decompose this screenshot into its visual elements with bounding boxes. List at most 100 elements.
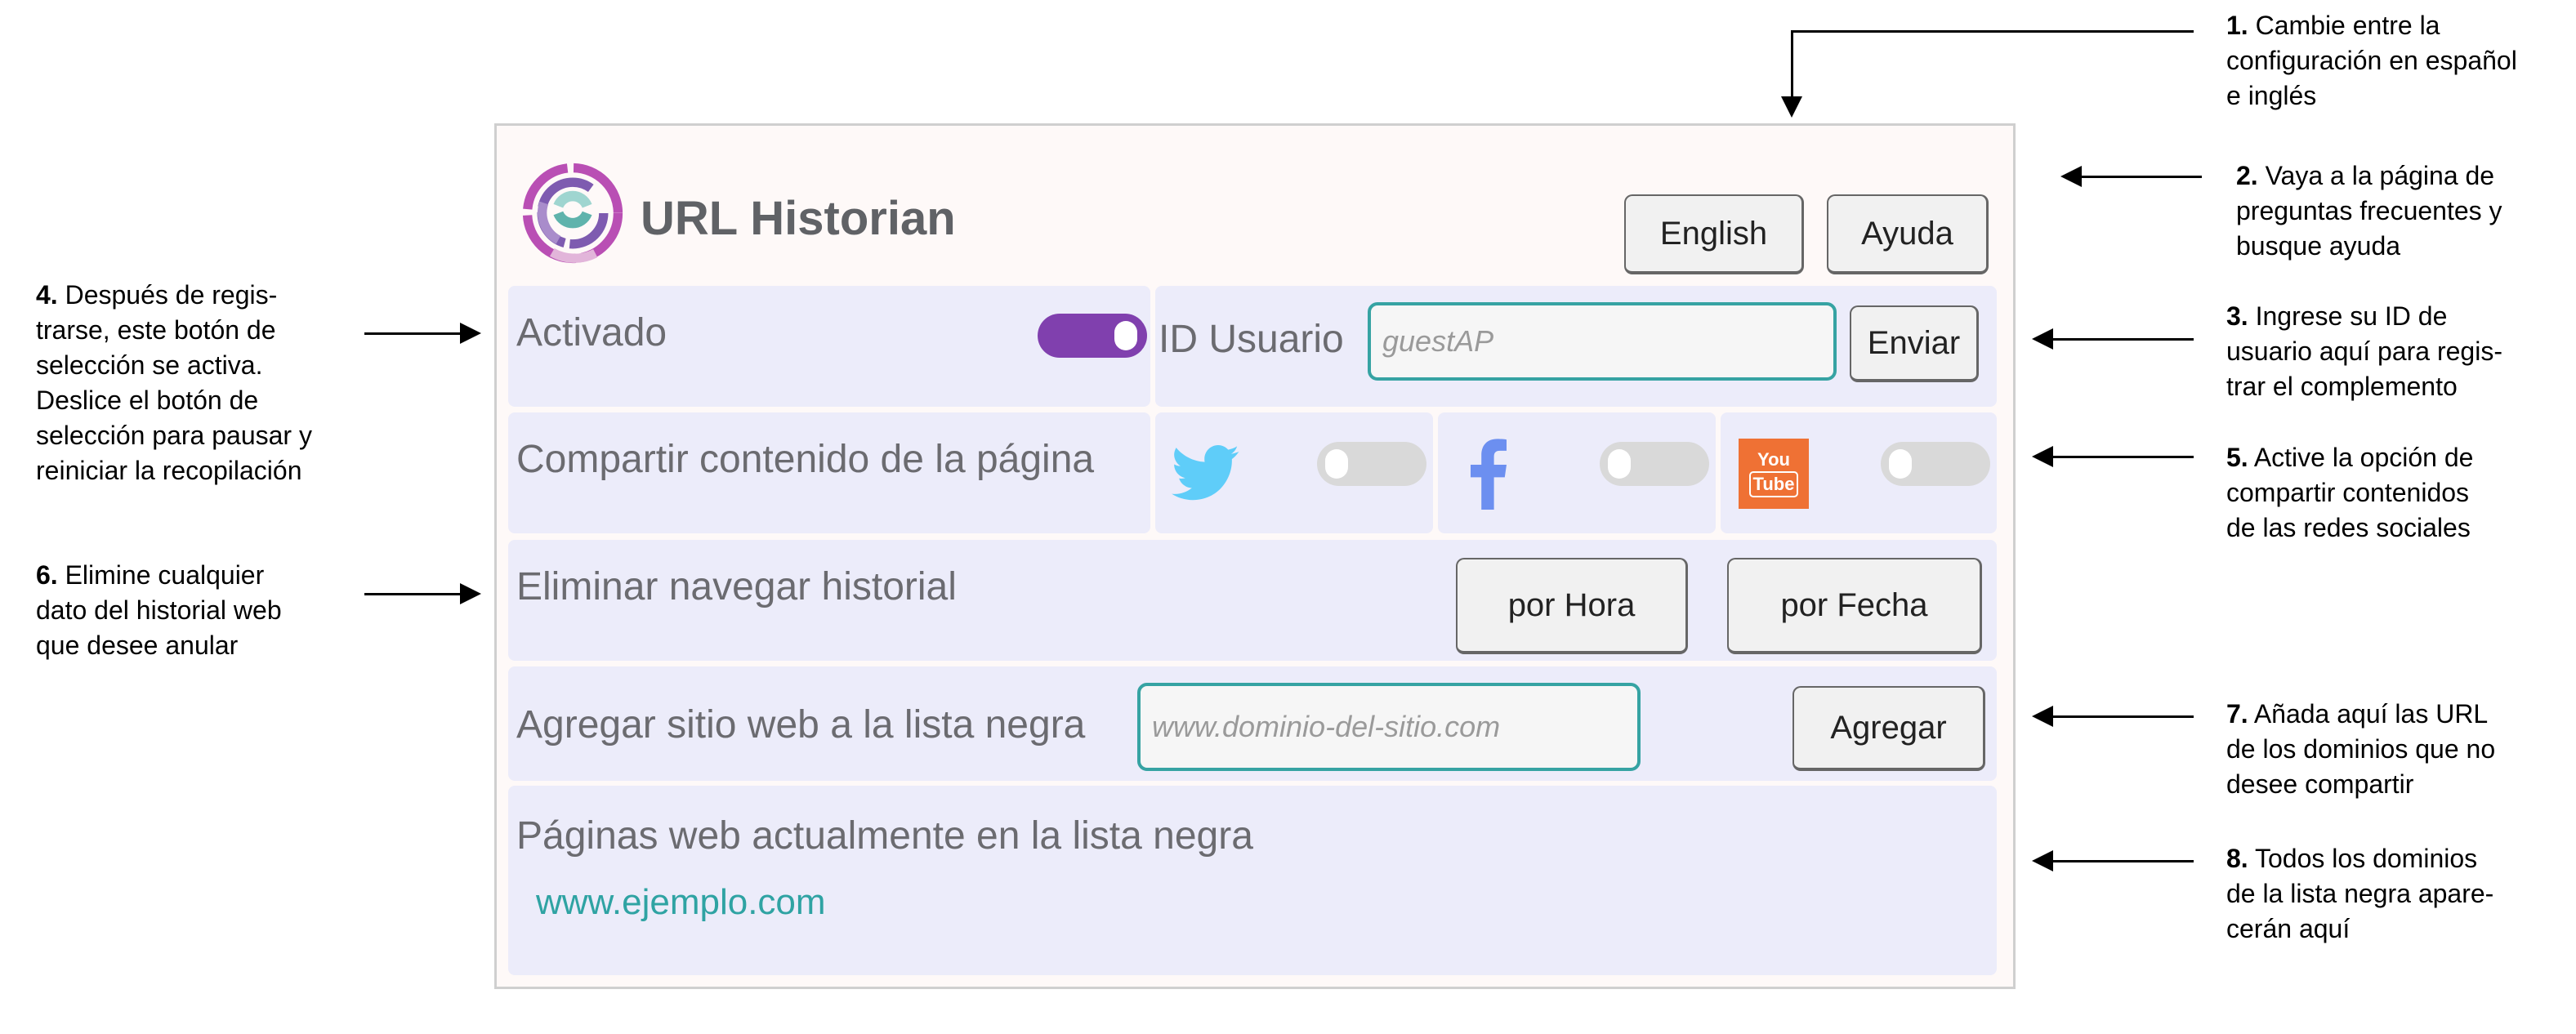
annotation-7: 7. Añada aquí las URL de los dominios qu… xyxy=(2226,697,2495,802)
blacklist-domain-input[interactable]: www.dominio-del-sitio.com xyxy=(1137,683,1641,771)
annotation-3-connector xyxy=(2051,338,2194,341)
annotation-2-connector xyxy=(2079,176,2202,178)
delete-by-hour-button[interactable]: por Hora xyxy=(1456,558,1688,654)
annotation-line: Ingrese su ID de xyxy=(2255,301,2448,331)
youtube-cell: You Tube xyxy=(1721,412,1997,533)
annotation-line: Todos los dominios xyxy=(2255,844,2478,873)
annotation-line: usuario aquí para regis- xyxy=(2226,336,2502,366)
annotation-line: Active la opción de xyxy=(2253,443,2474,472)
facebook-icon xyxy=(1471,439,1507,510)
facebook-share-toggle[interactable] xyxy=(1600,442,1709,486)
arrow-left-icon xyxy=(2032,446,2053,467)
annotation-line: Deslice el botón de xyxy=(36,386,259,415)
add-to-blacklist-button[interactable]: Agregar xyxy=(1792,686,1985,771)
annotation-line: de la lista negra apare- xyxy=(2226,879,2494,908)
annotation-line: e inglés xyxy=(2226,81,2317,110)
annotation-8-connector xyxy=(2051,860,2194,862)
blacklist-current-cell: Páginas web actualmente en la lista negr… xyxy=(508,786,1997,975)
twitter-icon xyxy=(1172,445,1239,501)
annotation-1-connector-vertical xyxy=(1791,30,1793,100)
blacklist-item[interactable]: www.ejemplo.com xyxy=(536,882,826,923)
toggle-knob xyxy=(1889,449,1912,479)
youtube-share-toggle[interactable] xyxy=(1881,442,1990,486)
annotation-number: 2. xyxy=(2236,161,2258,190)
facebook-cell xyxy=(1438,412,1716,533)
user-id-label: ID Usuario xyxy=(1159,318,1344,361)
annotation-number: 6. xyxy=(36,560,58,590)
annotation-7-connector xyxy=(2051,715,2194,718)
annotation-line: cerán aquí xyxy=(2226,914,2351,943)
youtube-icon: You Tube xyxy=(1739,439,1809,509)
toggle-knob xyxy=(1114,321,1137,350)
annotation-number: 4. xyxy=(36,280,58,310)
annotation-4-connector xyxy=(364,332,462,335)
annotation-line: reiniciar la recopilación xyxy=(36,456,302,485)
twitter-share-toggle[interactable] xyxy=(1317,442,1426,486)
user-id-input[interactable]: guestAP xyxy=(1368,302,1837,381)
arrow-left-icon xyxy=(2032,706,2053,727)
annotation-line: preguntas frecuentes y xyxy=(2236,196,2502,225)
twitter-cell xyxy=(1155,412,1433,533)
annotation-line: de los dominios que no xyxy=(2226,734,2496,764)
annotation-6-connector xyxy=(364,593,462,595)
annotation-line: Añada aquí las URL xyxy=(2253,699,2489,729)
annotation-6: 6. Elimine cualquier dato del historial … xyxy=(36,558,282,663)
submit-user-id-button[interactable]: Enviar xyxy=(1850,305,1979,382)
url-historian-logo-icon xyxy=(522,163,623,264)
annotation-line: de las redes sociales xyxy=(2226,513,2471,542)
annotation-line: Cambie entre la xyxy=(2255,11,2440,40)
annotation-line: desee compartir xyxy=(2226,769,2414,799)
arrow-left-icon xyxy=(2032,850,2053,871)
arrow-left-icon xyxy=(2060,166,2082,187)
annotation-line: busque ayuda xyxy=(2236,231,2401,261)
annotation-line: que desee anular xyxy=(36,631,239,660)
arrow-down-icon xyxy=(1781,96,1802,118)
header: URL Historian English Ayuda xyxy=(497,142,2013,274)
annotation-line: Elimine cualquier xyxy=(65,560,265,590)
delete-history-label: Eliminar navegar historial xyxy=(516,565,957,608)
help-button[interactable]: Ayuda xyxy=(1827,194,1989,274)
annotation-4: 4. Después de regis- trarse, este botón … xyxy=(36,278,312,488)
share-cell: Compartir contenido de la página xyxy=(508,412,1150,533)
annotation-5: 5. Active la opción de compartir conteni… xyxy=(2226,440,2473,546)
activation-cell: Activado xyxy=(508,286,1150,407)
annotation-number: 1. xyxy=(2226,11,2248,40)
app-title: URL Historian xyxy=(641,192,956,245)
annotation-number: 7. xyxy=(2226,699,2248,729)
annotation-1-connector xyxy=(1791,30,2194,33)
blacklist-add-cell: Agregar sitio web a la lista negra www.d… xyxy=(508,666,1997,781)
annotation-1: 1. Cambie entre la configuración en espa… xyxy=(2226,8,2517,114)
annotation-line: compartir contenidos xyxy=(2226,478,2470,507)
activation-toggle[interactable] xyxy=(1038,314,1147,358)
annotation-2: 2. Vaya a la página de preguntas frecuen… xyxy=(2236,158,2502,264)
delete-history-cell: Eliminar navegar historial por Hora por … xyxy=(508,540,1997,661)
annotation-number: 5. xyxy=(2226,443,2248,472)
annotation-line: trar el complemento xyxy=(2226,372,2458,401)
extension-popup: URL Historian English Ayuda Activado ID … xyxy=(494,123,2016,989)
annotation-8: 8. Todos los dominios de la lista negra … xyxy=(2226,841,2493,947)
annotation-line: dato del historial web xyxy=(36,595,282,625)
annotation-line: configuración en español xyxy=(2226,46,2517,75)
annotation-line: selección se activa. xyxy=(36,350,263,380)
annotation-line: Después de regis- xyxy=(65,280,278,310)
toggle-knob xyxy=(1608,449,1631,479)
blacklist-current-label: Páginas web actualmente en la lista negr… xyxy=(516,814,1253,858)
language-button[interactable]: English xyxy=(1624,194,1804,274)
blacklist-add-label: Agregar sitio web a la lista negra xyxy=(516,703,1086,747)
annotation-3: 3. Ingrese su ID de usuario aquí para re… xyxy=(2226,299,2502,404)
annotation-line: Vaya a la página de xyxy=(2265,161,2495,190)
toggle-knob xyxy=(1325,449,1348,479)
annotation-number: 8. xyxy=(2226,844,2248,873)
arrow-left-icon xyxy=(2032,328,2053,350)
arrow-right-icon xyxy=(460,323,481,344)
annotation-number: 3. xyxy=(2226,301,2248,331)
youtube-icon-text-top: You xyxy=(1757,449,1790,470)
arrow-right-icon xyxy=(460,583,481,604)
annotation-line: selección para pausar y xyxy=(36,421,312,450)
annotation-5-connector xyxy=(2051,456,2194,458)
delete-by-date-button[interactable]: por Fecha xyxy=(1727,558,1982,654)
annotation-line: trarse, este botón de xyxy=(36,315,276,345)
share-label: Compartir contenido de la página xyxy=(516,438,1095,481)
youtube-icon-text-bottom: Tube xyxy=(1748,471,1799,497)
activation-label: Activado xyxy=(516,311,667,354)
